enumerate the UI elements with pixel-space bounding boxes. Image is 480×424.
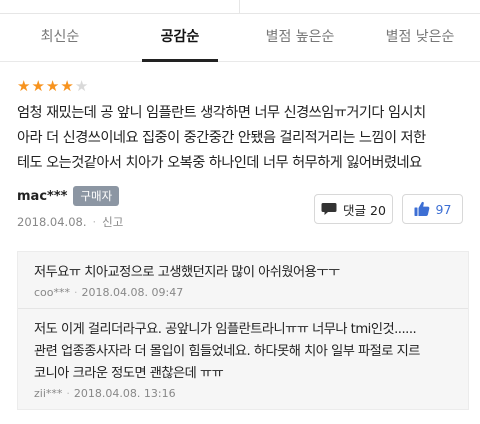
star-icon: ★ xyxy=(60,77,74,95)
star-icon: ★ xyxy=(17,77,31,95)
rating-stars: ★ ★ ★ ★ ★ xyxy=(17,78,88,94)
like-count: 97 xyxy=(435,201,452,217)
star-icon: ★ xyxy=(31,77,45,95)
top-strip xyxy=(0,0,480,14)
comment-text: 저두요ㅠ 치아교정으로 고생했던지라 많이 아쉬웠어용ㅜㅜ xyxy=(34,265,340,280)
separator-dot: · xyxy=(74,286,78,299)
separator-dot: · xyxy=(92,215,97,229)
tab-latest[interactable]: 최신순 xyxy=(0,14,120,61)
top-strip-left xyxy=(0,0,240,14)
report-link[interactable]: 신고 xyxy=(102,214,123,230)
review-author-row: mac*** 구매자 xyxy=(17,184,120,208)
review-text: 엄청 재밌는데 공 앞니 임플란트 생각하면 너무 신경쓰임ㅠ거기다 임시치 아… xyxy=(17,101,469,176)
comments-button-label: 댓글 20 xyxy=(343,202,386,218)
review-text-line: 엄청 재밌는데 공 앞니 임플란트 생각하면 너무 신경쓰임ㅠ거기다 임시치 xyxy=(17,105,426,121)
thumbs-up-icon xyxy=(414,201,430,217)
tab-rating-low[interactable]: 별점 낮은순 xyxy=(360,14,480,61)
comment-meta: zii*** · 2018.04.08. 13:16 xyxy=(34,385,452,409)
buyer-badge: 구매자 xyxy=(73,186,120,206)
comment-text: 관련 업종종사자라 더 몰입이 힘들었네요. 하다못해 치아 일부 파절로 지르 xyxy=(34,344,420,359)
star-icon: ★ xyxy=(74,77,89,95)
comment-list: 저두요ㅠ 치아교정으로 고생했던지라 많이 아쉬웠어용ㅜㅜ coo*** · 2… xyxy=(17,251,469,410)
star-icon: ★ xyxy=(45,77,60,95)
comment-author: zii*** xyxy=(34,387,63,400)
tab-most-liked[interactable]: 공감순 xyxy=(120,14,240,62)
review-text-line: 테도 오는것같아서 치아가 오복중 하나인데 너무 허무하게 잃어버렸네요 xyxy=(17,155,422,171)
top-strip-right xyxy=(240,0,480,14)
review-text-line: 아라 더 신경쓰이네요 집중이 중간중간 안됐음 걸리적거리는 느낌이 저한 xyxy=(17,130,426,146)
comment-item: 저도 이게 걸리더라구요. 공앞니가 임플란트라니ㅠㅠ 너무나 tmi인것...… xyxy=(18,309,468,409)
comment-author: coo*** xyxy=(34,286,71,299)
speech-bubble-icon xyxy=(321,202,337,216)
review-author: mac*** xyxy=(17,188,68,204)
comment-datetime: 2018.04.08. 13:16 xyxy=(73,387,176,400)
comment-text: 코니아 크라운 정도면 괜찮은데 ㅠㅠ xyxy=(34,366,224,381)
review-date: 2018.04.08. xyxy=(17,215,87,229)
comments-button[interactable]: 댓글 20 xyxy=(314,194,393,224)
comment-meta: coo*** · 2018.04.08. 09:47 xyxy=(34,284,452,308)
sort-tabs: 최신순 공감순 별점 높은순 별점 낮은순 xyxy=(0,14,480,62)
comment-datetime: 2018.04.08. 09:47 xyxy=(81,286,184,299)
separator-dot: · xyxy=(66,387,70,400)
like-button[interactable]: 97 xyxy=(402,194,463,224)
comment-text: 저도 이게 걸리더라구요. 공앞니가 임플란트라니ㅠㅠ 너무나 tmi인것...… xyxy=(34,322,417,337)
review-date-row: 2018.04.08. · 신고 xyxy=(17,214,123,230)
comment-item: 저두요ㅠ 치아교정으로 고생했던지라 많이 아쉬웠어용ㅜㅜ coo*** · 2… xyxy=(18,252,468,309)
tab-rating-high[interactable]: 별점 높은순 xyxy=(240,14,360,61)
